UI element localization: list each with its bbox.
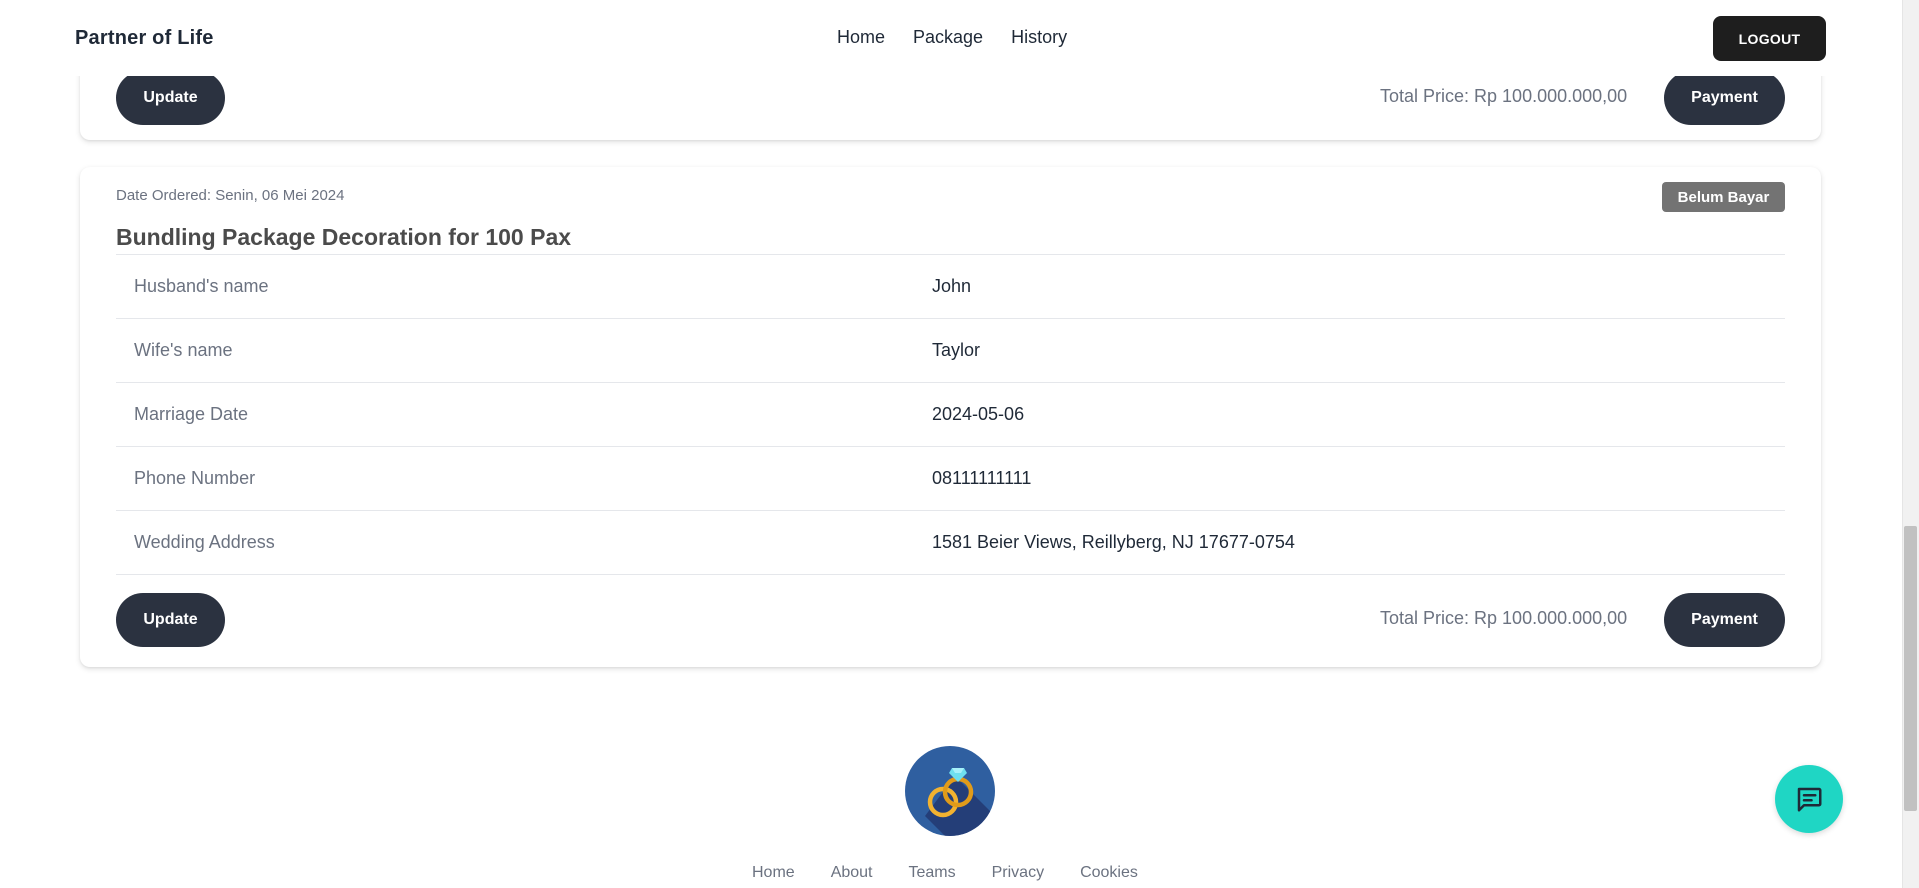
detail-value: 08111111111	[932, 468, 1032, 488]
footer-link-home[interactable]: Home	[752, 864, 795, 882]
detail-row-husband: Husband's name John	[116, 255, 1785, 319]
main-nav: Home Package History	[837, 27, 1067, 48]
detail-row-address: Wedding Address 1581 Beier Views, Reilly…	[116, 511, 1785, 575]
detail-label: Marriage Date	[134, 404, 249, 424]
wedding-rings-icon	[905, 746, 995, 836]
logout-button[interactable]: LOGOUT	[1713, 16, 1826, 61]
footer-link-teams[interactable]: Teams	[909, 864, 956, 882]
scrollbar-thumb[interactable]	[1904, 526, 1917, 811]
detail-value: John	[932, 276, 972, 296]
detail-label: Husband's name	[134, 276, 269, 296]
date-ordered: Date Ordered: Senin, 06 Mei 2024	[116, 187, 345, 204]
order-details-table: Husband's name John Wife's name Taylor M…	[116, 254, 1785, 575]
payment-button[interactable]: Payment	[1664, 71, 1785, 125]
update-button[interactable]: Update	[116, 593, 225, 647]
page-scrollbar[interactable]	[1902, 0, 1919, 888]
detail-value: 2024-05-06	[932, 404, 1025, 424]
total-price: Total Price: Rp 100.000.000,00	[1380, 86, 1628, 106]
chat-button[interactable]	[1775, 765, 1843, 833]
detail-value: Taylor	[932, 340, 981, 360]
brand-logo-text[interactable]: Partner of Life	[75, 27, 214, 50]
detail-label: Wife's name	[134, 340, 233, 360]
footer-link-about[interactable]: About	[831, 864, 873, 882]
status-badge: Belum Bayar	[1662, 182, 1785, 212]
footer-link-privacy[interactable]: Privacy	[992, 864, 1044, 882]
detail-row-wife: Wife's name Taylor	[116, 319, 1785, 383]
footer-link-cookies[interactable]: Cookies	[1080, 864, 1138, 882]
detail-row-marriage-date: Marriage Date 2024-05-06	[116, 383, 1785, 447]
detail-value: 1581 Beier Views, Reillyberg, NJ 17677-0…	[932, 532, 1295, 552]
page: Partner of Life Home Package History LOG…	[0, 0, 1919, 888]
package-title: Bundling Package Decoration for 100 Pax	[116, 224, 572, 250]
order-card: Date Ordered: Senin, 06 Mei 2024 Belum B…	[80, 167, 1821, 667]
nav-package[interactable]: Package	[913, 27, 983, 48]
chat-message-icon	[1797, 787, 1822, 812]
detail-label: Phone Number	[134, 468, 256, 488]
payment-button[interactable]: Payment	[1664, 593, 1785, 647]
update-button[interactable]: Update	[116, 71, 225, 125]
total-price: Total Price: Rp 100.000.000,00	[1380, 608, 1628, 628]
detail-label: Wedding Address	[134, 532, 275, 552]
detail-row-phone: Phone Number 08111111111	[116, 447, 1785, 511]
top-navbar: Partner of Life Home Package History LOG…	[0, 0, 1902, 76]
nav-history[interactable]: History	[1011, 27, 1067, 48]
footer-nav: Home About Teams Privacy Cookies	[752, 864, 1138, 882]
nav-home[interactable]: Home	[837, 27, 885, 48]
